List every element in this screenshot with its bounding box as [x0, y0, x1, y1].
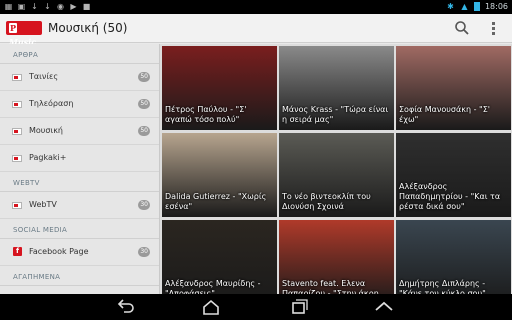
section-header-articles: ΑΡΘΡΑ [0, 44, 159, 64]
download-icon: ↓ [44, 2, 51, 11]
video-title: Dalida Gutierrez - "Χωρίς εσένα" [165, 192, 267, 211]
sidebar-item-movies[interactable]: Ταινίες 50 [0, 64, 159, 91]
search-icon[interactable] [454, 20, 470, 36]
video-tile[interactable]: Αλέξανδρος Παπαδημητρίου - "Και τα ρέστα… [396, 133, 511, 217]
flag-icon [12, 101, 22, 108]
sidebar-item-webtv[interactable]: WebTV 30 [0, 192, 159, 219]
sidebar-item-facebook-page[interactable]: f Facebook Page 30 [0, 239, 159, 266]
overflow-menu-icon[interactable] [489, 21, 497, 37]
section-header-webtv: WEBTV [0, 172, 159, 192]
count-badge: 30 [138, 247, 150, 257]
page-title: Μουσική (50) [48, 21, 128, 35]
video-grid: Πέτρος Παύλου - "Σ' αγαπώ τόσο πολύ" Μάν… [160, 44, 512, 294]
video-title: Αλέξανδρος Παπαδημητρίου - "Και τα ρέστα… [399, 182, 501, 211]
section-header-favorites: ΑΓΑΠΗΜΕΝΑ [0, 266, 159, 286]
tablet-screen: ▦ ▣ ↓ ↓ ◉ ▶ ■ ✱ ▲ 18:06 PMusic Μουσική (… [0, 0, 512, 320]
video-title: Σοφία Μανουσάκη - "Σ' έχω" [399, 105, 490, 124]
flag-icon [12, 128, 22, 135]
flag-icon [12, 155, 22, 162]
flag-icon [12, 74, 22, 81]
sidebar-item-pagkaki-plus[interactable]: Pagkaki+ [0, 145, 159, 172]
download-icon: ↓ [31, 2, 38, 11]
video-title: Πέτρος Παύλου - "Σ' αγαπώ τόσο πολύ" [165, 105, 247, 124]
video-title: Δημήτρης Διπλάρης - "Κάνε τον κύκλο σου" [399, 279, 486, 294]
back-icon[interactable] [115, 298, 137, 316]
video-tile[interactable]: Πέτρος Παύλου - "Σ' αγαπώ τόσο πολύ" [162, 46, 277, 130]
battery-icon [473, 2, 480, 11]
video-tile[interactable]: Αλέξανδρος Μαυρίδης - "Αποφάσεις" [162, 220, 277, 294]
action-bar: PMusic Μουσική (50) [0, 14, 512, 47]
app-icon: ■ [82, 2, 91, 11]
camera-icon: ◉ [57, 2, 64, 11]
video-tile[interactable]: Το νέο βιντεοκλίπ του Διονύση Σχοινά [279, 133, 394, 217]
wifi-icon: ▲ [461, 2, 468, 11]
flag-icon [12, 202, 22, 209]
app-logo[interactable]: PMusic [6, 21, 42, 47]
status-bar: ▦ ▣ ↓ ↓ ◉ ▶ ■ ✱ ▲ 18:06 [0, 0, 512, 14]
home-icon[interactable] [200, 298, 222, 316]
clock: 18:06 [484, 2, 508, 11]
count-badge: 30 [138, 200, 150, 210]
video-tile[interactable]: Μάνος Krass - "Τώρα είναι η σειρά μας" [279, 46, 394, 130]
video-tile[interactable]: Stavento feat. Ελενα Παπαρίζου - "Στην ά… [279, 220, 394, 294]
facebook-icon: f [13, 247, 22, 256]
count-badge: 50 [138, 72, 150, 82]
video-title: Μάνος Krass - "Τώρα είναι η σειρά μας" [282, 105, 389, 124]
chevron-up-icon[interactable] [373, 298, 395, 316]
video-tile[interactable]: Σοφία Μανουσάκη - "Σ' έχω" [396, 46, 511, 130]
video-title: Το νέο βιντεοκλίπ του Διονύση Σχοινά [282, 192, 371, 211]
video-title: Αλέξανδρος Μαυρίδης - "Αποφάσεις" [165, 279, 261, 294]
video-title: Stavento feat. Ελενα Παπαρίζου - "Στην ά… [282, 279, 379, 294]
video-tile[interactable]: Dalida Gutierrez - "Χωρίς εσένα" [162, 133, 277, 217]
notification-icon: ▦ [4, 2, 13, 11]
navigation-drawer: ΑΡΘΡΑ Ταινίες 50 Τηλεόραση 50 Μουσική 50… [0, 44, 160, 294]
bluetooth-icon: ✱ [447, 2, 454, 11]
system-nav-bar [0, 294, 512, 320]
sidebar-item-television[interactable]: Τηλεόραση 50 [0, 91, 159, 118]
video-tile[interactable]: Δημήτρης Διπλάρης - "Κάνε τον κύκλο σου" [396, 220, 511, 294]
play-store-icon: ▶ [70, 2, 77, 11]
sidebar-item-music[interactable]: Μουσική 50 [0, 118, 159, 145]
count-badge: 50 [138, 126, 150, 136]
image-icon: ▣ [17, 2, 26, 11]
count-badge: 50 [138, 99, 150, 109]
recent-apps-icon[interactable] [288, 298, 310, 316]
section-header-social-media: SOCIAL MEDIA [0, 219, 159, 239]
